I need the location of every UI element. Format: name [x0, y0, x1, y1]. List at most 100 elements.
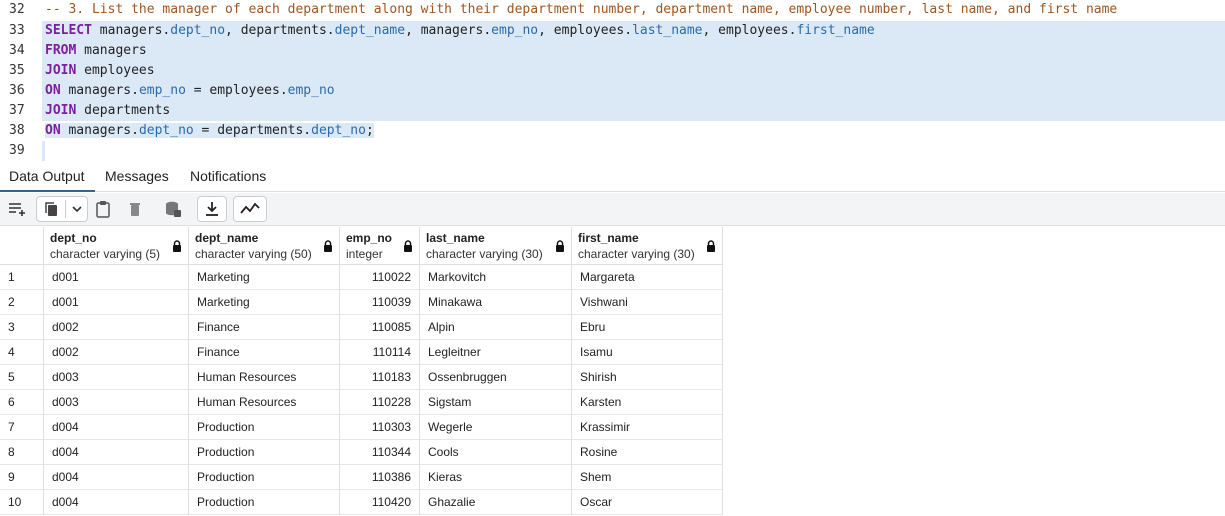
- cell-last-name[interactable]: Cools: [420, 440, 572, 465]
- chevron-down-icon[interactable]: [71, 202, 83, 216]
- column-name: dept_name: [195, 231, 259, 245]
- row-number[interactable]: 7: [0, 415, 44, 440]
- download-icon: [204, 201, 220, 217]
- cell-dept-name[interactable]: Human Resources: [189, 390, 340, 415]
- cell-dept-name[interactable]: Human Resources: [189, 365, 340, 390]
- cell-last-name[interactable]: Ghazalie: [420, 490, 572, 515]
- cell-dept-no[interactable]: d001: [44, 290, 189, 315]
- cell-emp-no[interactable]: 110039: [340, 290, 420, 315]
- row-number[interactable]: 5: [0, 365, 44, 390]
- cell-dept-name[interactable]: Production: [189, 465, 340, 490]
- cell-last-name[interactable]: Minakawa: [420, 290, 572, 315]
- cell-dept-no[interactable]: d003: [44, 365, 189, 390]
- lock-icon: [403, 239, 413, 257]
- code-line[interactable]: FROM managers: [42, 41, 1225, 61]
- cell-last-name[interactable]: Markovitch: [420, 265, 572, 290]
- row-number[interactable]: 2: [0, 290, 44, 315]
- cell-first-name[interactable]: Krassimir: [572, 415, 723, 440]
- cell-emp-no[interactable]: 110344: [340, 440, 420, 465]
- graph-button[interactable]: [233, 196, 267, 222]
- cell-first-name[interactable]: Isamu: [572, 340, 723, 365]
- code-line[interactable]: [42, 141, 45, 161]
- column-header-first-name[interactable]: first_name character varying (30): [572, 227, 723, 265]
- editor-line: 35 JOIN employees: [0, 61, 1225, 81]
- tab-notifications[interactable]: Notifications: [190, 162, 266, 192]
- add-row-button[interactable]: [3, 196, 33, 222]
- cell-dept-name[interactable]: Marketing: [189, 265, 340, 290]
- cell-dept-no[interactable]: d003: [44, 390, 189, 415]
- tab-data-output[interactable]: Data Output: [0, 162, 95, 192]
- column-header-dept-name[interactable]: dept_name character varying (50): [189, 227, 340, 265]
- code-line[interactable]: ON managers.emp_no = employees.emp_no: [42, 81, 1225, 101]
- cell-last-name[interactable]: Wegerle: [420, 415, 572, 440]
- lock-icon: [323, 239, 333, 257]
- row-number[interactable]: 8: [0, 440, 44, 465]
- tab-messages[interactable]: Messages: [105, 162, 169, 192]
- cell-first-name[interactable]: Margareta: [572, 265, 723, 290]
- cell-dept-no[interactable]: d004: [44, 465, 189, 490]
- row-number[interactable]: 4: [0, 340, 44, 365]
- cell-emp-no[interactable]: 110183: [340, 365, 420, 390]
- code-line[interactable]: SELECT managers.dept_no, departments.dep…: [42, 21, 1225, 41]
- sql-keyword: SELECT: [45, 23, 92, 38]
- graph-icon: [240, 202, 260, 216]
- row-number[interactable]: 3: [0, 315, 44, 340]
- cell-last-name[interactable]: Kieras: [420, 465, 572, 490]
- delete-button[interactable]: [122, 196, 148, 222]
- cell-emp-no[interactable]: 110303: [340, 415, 420, 440]
- column-header-dept-no[interactable]: dept_no character varying (5): [44, 227, 189, 265]
- query-editor[interactable]: 32 -- 3. List the manager of each depart…: [0, 0, 1225, 161]
- column-header-emp-no[interactable]: emp_no integer: [340, 227, 420, 265]
- column-header-last-name[interactable]: last_name character varying (30): [420, 227, 572, 265]
- cell-dept-name[interactable]: Production: [189, 415, 340, 440]
- column-name: last_name: [426, 231, 485, 245]
- cell-first-name[interactable]: Ebru: [572, 315, 723, 340]
- editor-line: 36 ON managers.emp_no = employees.emp_no: [0, 81, 1225, 101]
- row-number[interactable]: 6: [0, 390, 44, 415]
- paste-button[interactable]: [90, 196, 116, 222]
- download-button[interactable]: [197, 196, 227, 222]
- cell-emp-no[interactable]: 110114: [340, 340, 420, 365]
- cell-first-name[interactable]: Shirish: [572, 365, 723, 390]
- cell-emp-no[interactable]: 110228: [340, 390, 420, 415]
- cell-emp-no[interactable]: 110022: [340, 265, 420, 290]
- cell-last-name[interactable]: Sigstam: [420, 390, 572, 415]
- cell-emp-no[interactable]: 110386: [340, 465, 420, 490]
- lock-icon: [706, 239, 716, 257]
- cell-dept-name[interactable]: Marketing: [189, 290, 340, 315]
- cell-dept-name[interactable]: Finance: [189, 315, 340, 340]
- copy-button[interactable]: [36, 196, 88, 222]
- cell-dept-no[interactable]: d004: [44, 440, 189, 465]
- add-row-icon: [7, 201, 29, 217]
- row-number[interactable]: 1: [0, 265, 44, 290]
- cell-first-name[interactable]: Karsten: [572, 390, 723, 415]
- cell-emp-no[interactable]: 110085: [340, 315, 420, 340]
- grid-corner: [0, 227, 44, 265]
- cell-emp-no[interactable]: 110420: [340, 490, 420, 515]
- cell-last-name[interactable]: Ossenbruggen: [420, 365, 572, 390]
- sql-column: first_name: [796, 23, 875, 38]
- cell-dept-no[interactable]: d004: [44, 490, 189, 515]
- sql-text: ;: [365, 123, 374, 138]
- cell-last-name[interactable]: Legleitner: [420, 340, 572, 365]
- cell-dept-name[interactable]: Production: [189, 440, 340, 465]
- code-line[interactable]: JOIN employees: [42, 61, 1225, 81]
- cell-dept-no[interactable]: d002: [44, 340, 189, 365]
- row-number[interactable]: 9: [0, 465, 44, 490]
- save-data-button[interactable]: [160, 196, 186, 222]
- cell-first-name[interactable]: Vishwani: [572, 290, 723, 315]
- cell-dept-name[interactable]: Production: [189, 490, 340, 515]
- cell-dept-name[interactable]: Finance: [189, 340, 340, 365]
- line-number: 37: [0, 101, 42, 121]
- row-number[interactable]: 10: [0, 490, 44, 515]
- cell-dept-no[interactable]: d004: [44, 415, 189, 440]
- cell-first-name[interactable]: Rosine: [572, 440, 723, 465]
- cell-first-name[interactable]: Oscar: [572, 490, 723, 515]
- cell-last-name[interactable]: Alpin: [420, 315, 572, 340]
- code-line[interactable]: ON managers.dept_no = departments.dept_n…: [42, 121, 1225, 141]
- code-line[interactable]: JOIN departments: [42, 101, 1225, 121]
- cell-dept-no[interactable]: d002: [44, 315, 189, 340]
- code-line[interactable]: -- 3. List the manager of each departmen…: [42, 0, 1225, 20]
- cell-dept-no[interactable]: d001: [44, 265, 189, 290]
- cell-first-name[interactable]: Shem: [572, 465, 723, 490]
